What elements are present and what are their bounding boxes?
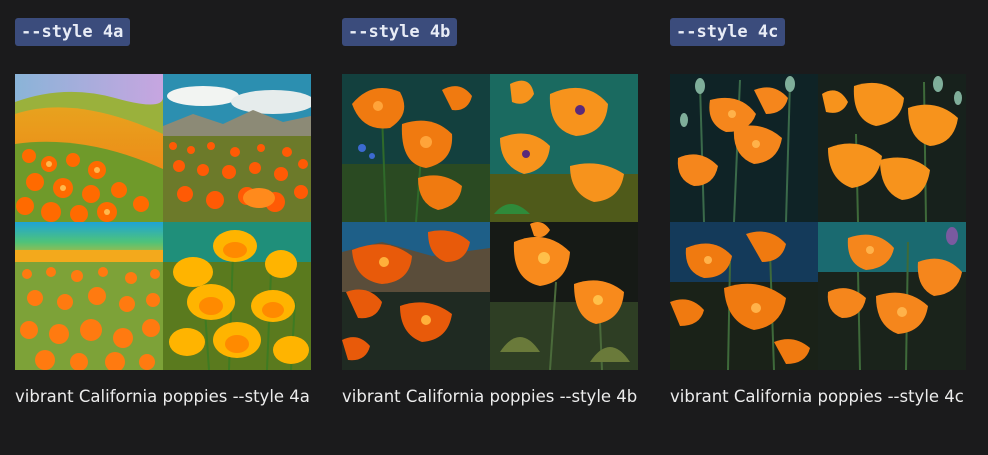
generated-image[interactable]	[342, 222, 490, 370]
style-tag: --style 4b	[342, 18, 458, 46]
prompt-caption: vibrant California poppies --style 4b	[342, 387, 638, 406]
prompt-caption: vibrant California poppies --style 4a	[15, 387, 310, 406]
generated-image[interactable]	[670, 222, 818, 370]
generated-image[interactable]	[15, 222, 163, 370]
generated-image[interactable]	[818, 74, 966, 222]
generated-image[interactable]	[670, 74, 818, 222]
generated-image[interactable]	[490, 74, 638, 222]
generated-image[interactable]	[490, 222, 638, 370]
image-grid[interactable]	[342, 74, 638, 370]
generated-image[interactable]	[342, 74, 490, 222]
image-grid[interactable]	[670, 74, 966, 370]
generated-image[interactable]	[15, 74, 163, 222]
prompt-caption: vibrant California poppies --style 4c	[670, 387, 964, 406]
generated-image[interactable]	[818, 222, 966, 370]
generated-image[interactable]	[163, 222, 311, 370]
generated-image[interactable]	[163, 74, 311, 222]
style-tag: --style 4c	[670, 18, 786, 46]
image-grid[interactable]	[15, 74, 311, 370]
style-tag: --style 4a	[15, 18, 131, 46]
